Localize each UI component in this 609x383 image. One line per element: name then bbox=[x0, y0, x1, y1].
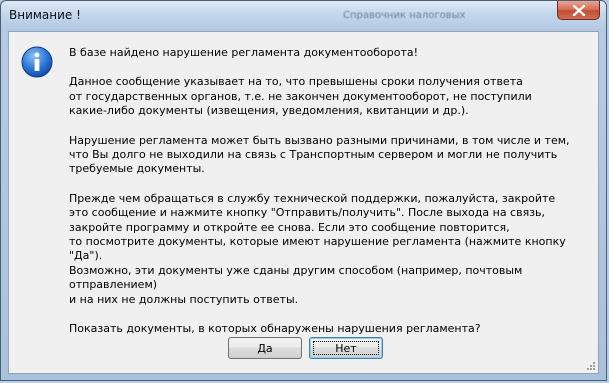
dialog-window: Внимание ! Справочник налоговых В базе н… bbox=[0, 0, 607, 381]
message-question: Показать документы, в которых обнаружены… bbox=[69, 322, 481, 336]
close-button[interactable] bbox=[557, 1, 600, 20]
window-title: Внимание ! bbox=[9, 8, 81, 22]
title-bar[interactable]: Внимание ! Справочник налоговых bbox=[1, 1, 606, 31]
message-paragraph: Данное сообщение указывает на то, что пр… bbox=[69, 75, 532, 118]
message-paragraph: Нарушение регламента может быть вызвано … bbox=[69, 133, 570, 176]
message-paragraph: Прежде чем обращаться в службу техническ… bbox=[69, 191, 566, 306]
yes-button-label: Да bbox=[257, 341, 273, 355]
message-heading: В базе найдено нарушение регламента доку… bbox=[69, 46, 419, 59]
message-text: В базе найдено нарушение регламента доку… bbox=[69, 46, 594, 352]
focus-rectangle bbox=[313, 341, 379, 355]
info-icon bbox=[21, 46, 53, 78]
yes-button[interactable]: Да bbox=[228, 337, 302, 359]
resize-grip-icon[interactable] bbox=[586, 361, 596, 371]
dialog-body: В базе найдено нарушение регламента доку… bbox=[8, 31, 599, 374]
no-button[interactable]: Нет bbox=[309, 337, 383, 359]
background-window-title: Справочник налоговых bbox=[343, 10, 466, 21]
close-icon bbox=[572, 5, 586, 16]
